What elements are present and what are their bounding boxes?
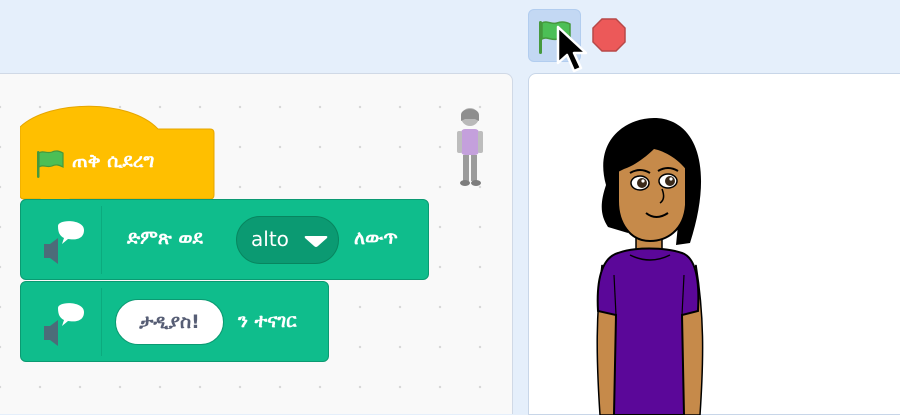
stage[interactable]	[528, 73, 900, 415]
speak-text-input[interactable]: ታዲያስ!	[115, 299, 224, 345]
dropdown-arrow-icon	[304, 236, 328, 247]
set-voice-suffix: ለውጥ	[354, 227, 398, 249]
voice-dropdown[interactable]: alto	[236, 216, 339, 264]
text-to-speech-icon	[44, 221, 84, 264]
block-divider	[101, 206, 102, 274]
text-to-speech-icon	[44, 303, 84, 346]
hat-block-label: ጠቅ ሲደረግ	[72, 150, 155, 172]
sprite-character[interactable]	[594, 115, 704, 415]
stop-sign-icon[interactable]	[592, 18, 626, 52]
stage-toolbar	[0, 0, 900, 72]
green-flag-icon	[37, 150, 64, 178]
voice-dropdown-value: alto	[251, 227, 289, 251]
green-flag-button[interactable]	[528, 9, 581, 62]
sprite-preview-icon	[457, 108, 483, 186]
set-voice-prefix: ድምጽ ወደ	[127, 227, 203, 249]
green-flag-icon	[539, 21, 571, 54]
block-divider	[101, 288, 102, 356]
speak-suffix: ን ተናገር	[238, 310, 297, 332]
